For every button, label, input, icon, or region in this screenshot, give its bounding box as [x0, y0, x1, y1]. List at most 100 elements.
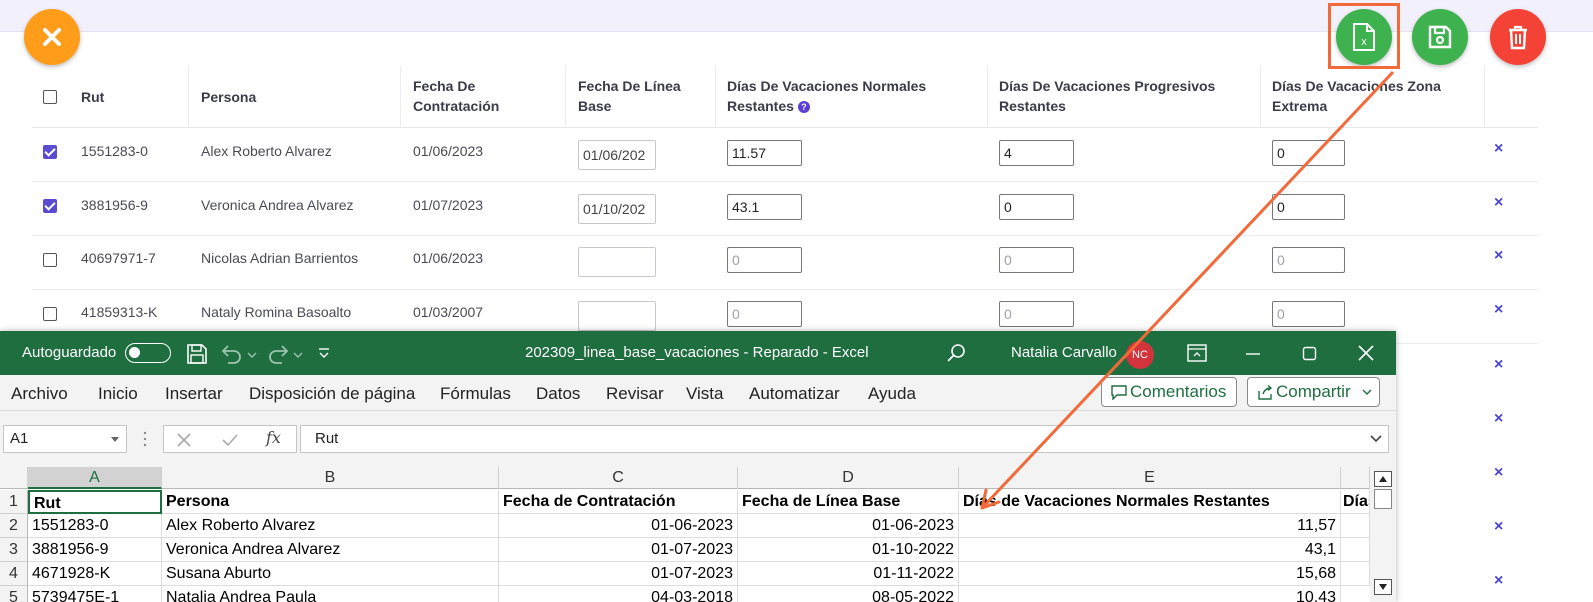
help-icon[interactable]: ?	[797, 101, 810, 113]
close-window-icon[interactable]	[1357, 344, 1375, 362]
fx-icon[interactable]: fx	[266, 428, 281, 447]
remove-row-icon[interactable]: ×	[1494, 410, 1503, 428]
cell[interactable]: 01-10-2022	[738, 538, 959, 562]
menu-ayuda[interactable]: Ayuda	[868, 384, 916, 404]
drag-handle-icon[interactable]	[143, 431, 147, 447]
redo-icon[interactable]	[268, 343, 308, 365]
avatar[interactable]: NC	[1126, 341, 1154, 369]
column-header[interactable]: E	[959, 467, 1341, 489]
row-checkbox[interactable]	[43, 307, 57, 321]
row-header[interactable]: 3	[0, 538, 28, 562]
row-header[interactable]: 5	[0, 586, 28, 602]
cell[interactable]: Susana Aburto	[162, 562, 499, 586]
fecha-linea-input[interactable]	[578, 301, 656, 331]
cell[interactable]: 15,68	[959, 562, 1341, 586]
cell[interactable]: Alex Roberto Alvarez	[162, 514, 499, 538]
fecha-linea-input[interactable]	[578, 247, 656, 277]
column-header[interactable]: C	[499, 467, 738, 489]
menu-automatizar[interactable]: Automatizar	[749, 384, 840, 404]
cell[interactable]	[1341, 562, 1370, 586]
cell[interactable]: 11,57	[959, 514, 1341, 538]
cell[interactable]: 08-05-2022	[738, 586, 959, 602]
cell[interactable]: Días de Vacaciones Normales Restantes	[959, 490, 1341, 514]
scroll-up-icon[interactable]	[1374, 471, 1392, 487]
share-button[interactable]: Compartir	[1247, 377, 1380, 407]
menu-insertar[interactable]: Insertar	[165, 384, 223, 404]
row-header[interactable]: 1	[0, 490, 28, 514]
cell-a1[interactable]: Rut	[28, 490, 162, 514]
zona-input[interactable]: 0	[1272, 301, 1345, 327]
remove-row-icon[interactable]: ×	[1494, 356, 1503, 374]
cell[interactable]: Fecha de Contratación	[499, 490, 738, 514]
cell[interactable]: 01-07-2023	[499, 562, 738, 586]
cell[interactable]: 5739475E-1	[28, 586, 162, 602]
cell[interactable]	[1341, 514, 1370, 538]
remove-row-icon[interactable]: ×	[1494, 518, 1503, 536]
row-header[interactable]: 4	[0, 562, 28, 586]
zona-input[interactable]: 0	[1272, 247, 1345, 273]
fecha-linea-input[interactable]: 01/06/202	[578, 140, 656, 170]
column-header[interactable]: D	[738, 467, 959, 489]
row-checkbox[interactable]	[43, 145, 57, 159]
cell[interactable]: Veronica Andrea Alvarez	[162, 538, 499, 562]
normales-input[interactable]: 43.1	[727, 194, 802, 220]
menu-datos[interactable]: Datos	[536, 384, 580, 404]
progresivos-input[interactable]: 0	[999, 301, 1074, 327]
zona-input[interactable]: 0	[1272, 140, 1345, 166]
normales-input[interactable]: 11.57	[727, 140, 802, 166]
close-button[interactable]	[24, 9, 80, 65]
progresivos-input[interactable]: 0	[999, 194, 1074, 220]
zona-input[interactable]: 0	[1272, 194, 1345, 220]
remove-row-icon[interactable]: ×	[1494, 247, 1503, 265]
remove-row-icon[interactable]: ×	[1494, 572, 1503, 590]
cell[interactable]: Natalia Andrea Paula	[162, 586, 499, 602]
cell[interactable]: 04-03-2018	[499, 586, 738, 602]
menu-inicio[interactable]: Inicio	[98, 384, 138, 404]
fecha-linea-input[interactable]: 01/10/202	[578, 194, 656, 224]
remove-row-icon[interactable]: ×	[1494, 194, 1503, 212]
cell[interactable]: Fecha de Línea Base	[738, 490, 959, 514]
menu-formulas[interactable]: Fórmulas	[440, 384, 511, 404]
cell[interactable]: 3881956-9	[28, 538, 162, 562]
row-checkbox[interactable]	[43, 253, 57, 267]
cancel-icon[interactable]	[176, 432, 192, 448]
enter-check-icon[interactable]	[221, 432, 239, 448]
row-header[interactable]: 2	[0, 514, 28, 538]
menu-archivo[interactable]: Archivo	[11, 384, 68, 404]
search-icon[interactable]	[946, 343, 966, 363]
delete-button[interactable]	[1490, 9, 1546, 65]
row-checkbox[interactable]	[43, 199, 57, 213]
cell[interactable]: 01-07-2023	[499, 538, 738, 562]
spreadsheet-grid[interactable]: A B C D E 1 2 3 4 5 Rut Persona Fecha de…	[0, 467, 1370, 602]
cell[interactable]: Persona	[162, 490, 499, 514]
cell[interactable]: 43,1	[959, 538, 1341, 562]
column-header[interactable]: A	[28, 467, 162, 489]
autosave-toggle[interactable]	[125, 343, 171, 363]
menu-disposicion[interactable]: Disposición de página	[249, 384, 415, 404]
customize-qat-icon[interactable]	[316, 345, 332, 361]
name-box[interactable]: A1	[3, 425, 127, 453]
column-header[interactable]: B	[162, 467, 499, 489]
normales-input[interactable]: 0	[727, 301, 802, 327]
progresivos-input[interactable]: 0	[999, 247, 1074, 273]
cell[interactable]: Días	[1341, 490, 1370, 514]
undo-icon[interactable]	[220, 343, 260, 365]
menu-vista[interactable]: Vista	[686, 384, 724, 404]
minimize-icon[interactable]	[1244, 345, 1262, 363]
scroll-down-icon[interactable]	[1374, 579, 1392, 595]
cell[interactable]: 1551283-0	[28, 514, 162, 538]
cell[interactable]: 01-06-2023	[499, 514, 738, 538]
cell[interactable]: 01-06-2023	[738, 514, 959, 538]
cell[interactable]: 4671928-K	[28, 562, 162, 586]
remove-row-icon[interactable]: ×	[1494, 140, 1503, 158]
scroll-thumb[interactable]	[1374, 489, 1392, 509]
formula-input[interactable]: Rut	[300, 425, 1389, 453]
save-icon[interactable]	[186, 343, 208, 365]
normales-input[interactable]: 0	[727, 247, 802, 273]
select-all-checkbox[interactable]	[43, 90, 57, 104]
vertical-scrollbar[interactable]	[1370, 467, 1396, 602]
cell[interactable]: 10,43	[959, 586, 1341, 602]
cell[interactable]	[1341, 538, 1370, 562]
column-header-partial[interactable]	[1341, 467, 1370, 489]
menu-revisar[interactable]: Revisar	[606, 384, 664, 404]
